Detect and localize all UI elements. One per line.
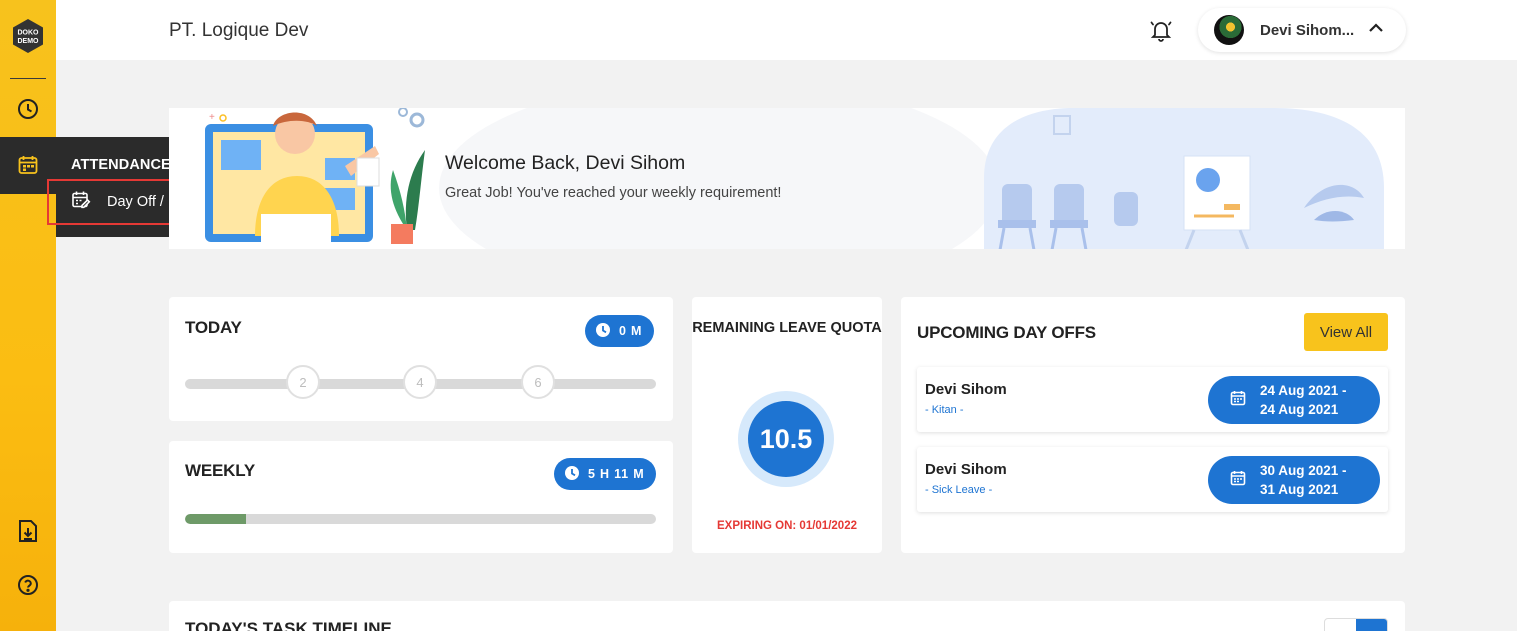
progress-tick: 2 — [286, 365, 320, 399]
today-duration-badge: 0 M — [585, 315, 655, 347]
task-timeline-card: TODAY'S TASK TIMELINE — [169, 601, 1405, 631]
person-at-screen-illustration: + — [185, 108, 435, 249]
user-menu[interactable]: Devi Sihom... — [1198, 8, 1406, 52]
dayoff-type: - Kitan - — [925, 404, 964, 416]
svg-text:DOKO: DOKO — [18, 30, 40, 37]
download-doc-icon[interactable] — [15, 518, 41, 544]
quota-value: 10.5 — [748, 401, 824, 477]
weekly-title: WEEKLY — [185, 461, 255, 480]
weekly-progress-fill — [185, 514, 247, 524]
dayoff-start: 30 Aug 2021 - — [1260, 463, 1347, 478]
dayoff-start: 24 Aug 2021 - — [1260, 383, 1347, 398]
welcome-title: Welcome Back, Devi Sihom — [445, 152, 686, 174]
company-name: PT. Logique Dev — [169, 20, 309, 41]
timeline-title: TODAY'S TASK TIMELINE — [185, 619, 392, 631]
progress-tick: 6 — [521, 365, 555, 399]
upcoming-day-offs-card: UPCOMING DAY OFFS View All Devi Sihom - … — [901, 297, 1405, 553]
upcoming-title: UPCOMING DAY OFFS — [917, 323, 1096, 342]
sidebar: DOKO DEMO — [0, 0, 56, 631]
dayoff-employee: Devi Sihom — [925, 381, 1007, 398]
welcome-banner: + Welcome Back, Devi Sihom Great Job! Yo… — [169, 108, 1405, 249]
dayoff-date-badge: 30 Aug 2021 - 31 Aug 2021 — [1208, 456, 1380, 504]
notification-bell-icon[interactable] — [1150, 18, 1172, 47]
flyout-title: ATTENDANCE — [71, 157, 171, 173]
sidebar-divider — [10, 78, 46, 79]
calendar-icon — [15, 152, 41, 178]
banner-background-shape — [439, 108, 999, 249]
svg-text:DEMO: DEMO — [18, 38, 40, 45]
help-icon[interactable] — [15, 572, 41, 598]
calendar-icon — [1230, 390, 1246, 411]
chevron-up-icon — [1368, 21, 1384, 39]
today-title: TODAY — [185, 318, 242, 337]
user-name: Devi Sihom... — [1260, 21, 1355, 39]
avatar — [1214, 15, 1244, 45]
clock-icon — [595, 322, 611, 341]
calendar-edit-icon — [71, 190, 91, 215]
quota-ring: 10.5 — [738, 391, 834, 487]
dayoff-type: - Sick Leave - — [925, 484, 993, 496]
welcome-subtitle: Great Job! You've reached your weekly re… — [445, 185, 782, 201]
dayoff-employee: Devi Sihom — [925, 461, 1007, 478]
weekly-duration: 5 H 11 M — [588, 467, 645, 481]
weekly-card: WEEKLY 5 H 11 M — [169, 441, 673, 553]
clock-icon[interactable] — [15, 96, 41, 122]
quota-title: REMAINING LEAVE QUOTA — [692, 320, 882, 336]
progress-tick: 4 — [403, 365, 437, 399]
leave-quota-card: REMAINING LEAVE QUOTA 10.5 EXPIRING ON: … — [692, 297, 882, 553]
calendar-icon — [1230, 470, 1246, 491]
office-room-illustration — [984, 108, 1394, 249]
view-all-button[interactable]: View All — [1304, 313, 1388, 351]
svg-text:+: + — [209, 112, 215, 123]
top-bar: PT. Logique Dev Devi Sihom... — [56, 0, 1517, 60]
dayoff-date-badge: 24 Aug 2021 - 24 Aug 2021 — [1208, 376, 1380, 424]
clock-icon — [564, 465, 580, 484]
app-logo[interactable]: DOKO DEMO — [10, 18, 46, 54]
dayoff-end: 31 Aug 2021 — [1260, 482, 1339, 497]
list-item[interactable]: Devi Sihom - Sick Leave - 30 Aug 2021 -3… — [917, 447, 1388, 512]
dayoff-end: 24 Aug 2021 — [1260, 402, 1339, 417]
list-item[interactable]: Devi Sihom - Kitan - 24 Aug 2021 -24 Aug… — [917, 367, 1388, 432]
today-card: TODAY 0 M 2 4 6 — [169, 297, 673, 421]
timeline-view-toggle[interactable] — [1324, 618, 1388, 631]
today-duration: 0 M — [619, 324, 643, 338]
weekly-duration-badge: 5 H 11 M — [554, 458, 657, 490]
quota-expiry: EXPIRING ON: 01/01/2022 — [717, 520, 857, 532]
weekly-progress-track — [185, 514, 656, 524]
